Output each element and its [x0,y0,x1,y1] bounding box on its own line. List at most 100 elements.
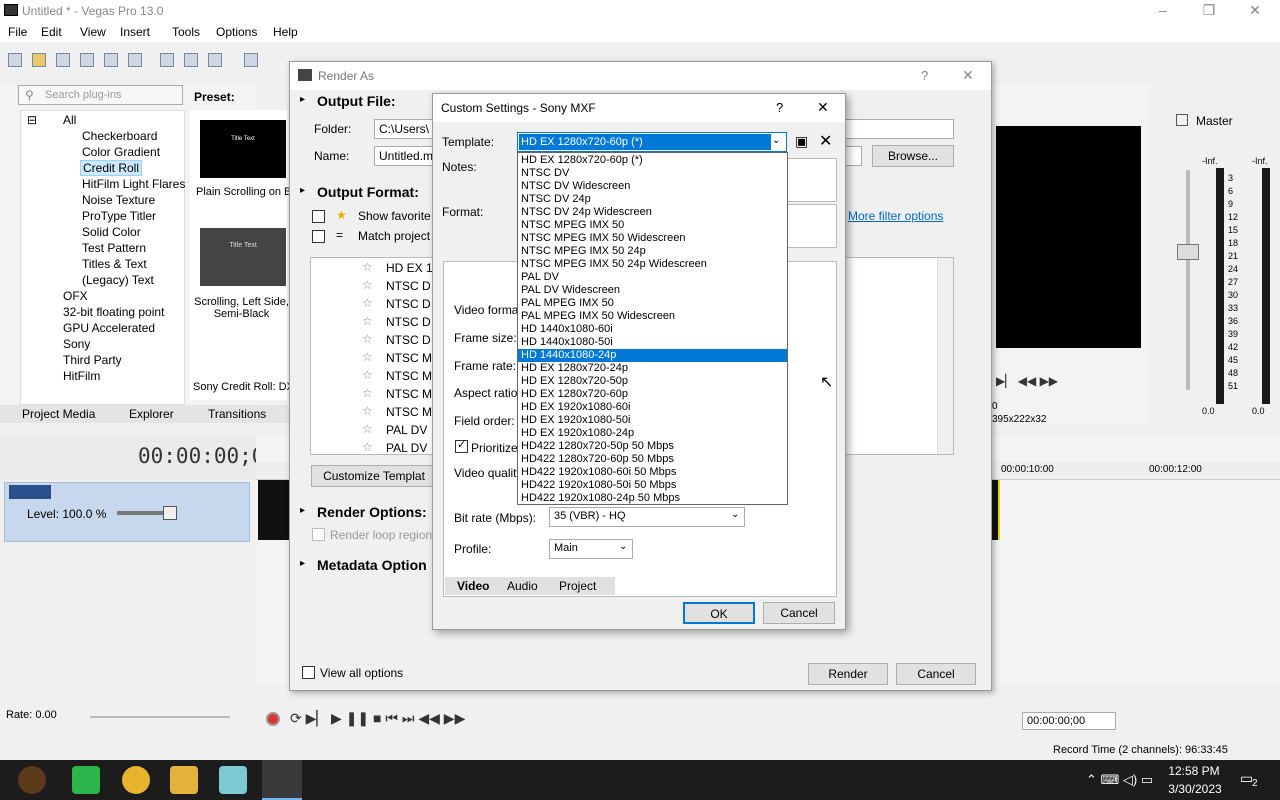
format-row[interactable]: NTSC D [386,279,431,293]
collapse-icon[interactable]: ▸ [300,505,305,516]
dropdown-option[interactable]: NTSC MPEG IMX 50 [518,219,787,232]
format-scrollbar[interactable] [937,258,953,454]
chevron-down-icon[interactable]: ⌄ [619,541,627,552]
preset-thumbnail[interactable]: Title Text [200,120,286,178]
file-explorer-icon[interactable] [170,766,198,794]
close-icon[interactable]: ✕ [817,99,829,116]
save-icon[interactable] [56,53,70,67]
dropdown-option[interactable]: HD EX 1280x720-50p [518,375,787,388]
undo-icon[interactable] [244,53,258,67]
star-icon[interactable]: ☆ [362,296,373,310]
delete-template-icon[interactable]: ✕ [819,131,832,151]
cursor-time[interactable]: 00:00:00;00 [1022,712,1116,730]
menu-view[interactable]: View [80,25,106,39]
tree-item[interactable]: 32-bit floating point [63,305,164,319]
dropdown-option[interactable]: NTSC MPEG IMX 50 Widescreen [518,232,787,245]
collapse-icon[interactable]: ▸ [300,94,305,105]
dropdown-option[interactable]: PAL MPEG IMX 50 Widescreen [518,310,787,323]
dropdown-option[interactable]: NTSC MPEG IMX 50 24p Widescreen [518,258,787,271]
tree-item[interactable]: ProType Titler [82,209,156,223]
dropdown-option[interactable]: HD EX 1920x1080-24p [518,427,787,440]
vegas-taskbar-icon[interactable] [262,760,302,800]
dropdown-option[interactable]: HD 1440x1080-60i [518,323,787,336]
video-track-header[interactable]: Level: 100.0 % [4,482,250,542]
dropdown-option[interactable]: NTSC DV 24p [518,193,787,206]
dropdown-option[interactable]: HD422 1920x1080-24p 50 Mbps [518,492,787,505]
help-icon[interactable]: ? [776,100,783,115]
copy-icon[interactable] [184,53,198,67]
minimize-icon[interactable]: – [1153,2,1173,18]
star-icon[interactable]: ☆ [362,350,373,364]
dropdown-option[interactable]: NTSC DV 24p Widescreen [518,206,787,219]
close-icon[interactable]: ✕ [962,67,974,84]
star-icon[interactable]: ☆ [362,314,373,328]
new-icon[interactable] [8,53,22,67]
star-icon[interactable]: ☆ [362,278,373,292]
tab-explorer[interactable]: Explorer [129,407,174,421]
render-button[interactable]: Render [808,663,888,685]
dropdown-option[interactable]: HD422 1920x1080-50i 50 Mbps [518,479,787,492]
bit-rate-select[interactable]: 35 (VBR) - HQ [549,507,745,527]
tree-item[interactable]: Color Gradient [82,145,160,159]
format-row[interactable]: HD EX 1 [386,261,433,275]
star-icon[interactable]: ☆ [362,332,373,346]
menu-tools[interactable]: Tools [172,25,200,39]
format-row[interactable]: PAL DV [386,441,427,455]
restore-icon[interactable]: ❐ [1199,2,1219,19]
tree-item[interactable]: Titles & Text [82,257,147,271]
star-icon[interactable]: ☆ [362,422,373,436]
record-icon[interactable] [266,712,280,726]
video-clip[interactable] [258,480,290,540]
tree-item[interactable]: HitFilm [63,369,100,383]
template-select[interactable]: HD EX 1280x720-60p (*) ⌄ [517,132,787,152]
tree-item[interactable]: HitFilm Light Flares [82,177,185,191]
tray-icons[interactable]: ⌃ ⌨ ◁) ▭ [1086,772,1153,788]
view-all-checkbox[interactable] [302,666,315,679]
help-icon[interactable]: ? [921,68,928,83]
dropdown-option[interactable]: HD422 1280x720-60p 50 Mbps [518,453,787,466]
tree-item-selected[interactable]: Credit Roll [80,160,143,176]
format-row[interactable]: NTSC M [386,351,432,365]
collapse-icon[interactable]: ▸ [300,185,305,196]
dropdown-option[interactable]: HD EX 1920x1080-50i [518,414,787,427]
browse-button[interactable]: Browse... [872,145,954,167]
chevron-down-icon[interactable]: ⌄ [731,509,739,520]
dropdown-option[interactable]: HD EX 1920x1080-60i [518,401,787,414]
more-filter-options-link[interactable]: More filter options [848,209,943,223]
collapse-icon[interactable]: ▸ [300,558,305,569]
star-icon[interactable]: ☆ [362,260,373,274]
save-template-icon[interactable]: ▣ [795,133,808,150]
dropdown-option[interactable]: HD422 1280x720-50p 50 Mbps [518,440,787,453]
format-row[interactable]: NTSC D [386,315,431,329]
save-as-icon[interactable] [80,53,94,67]
format-row[interactable]: NTSC D [386,333,431,347]
prioritize-checkbox[interactable]: ✓ [455,439,468,453]
render-loop-checkbox[interactable] [312,528,325,541]
clock-date[interactable]: 3/30/2023 [1160,782,1230,796]
dropdown-option[interactable]: NTSC MPEG IMX 50 24p [518,245,787,258]
tab-audio[interactable]: Audio [507,579,538,593]
dropdown-option[interactable]: PAL MPEG IMX 50 [518,297,787,310]
close-icon[interactable]: ✕ [1245,2,1265,19]
tree-item[interactable]: Checkerboard [82,129,157,143]
star-icon[interactable]: ☆ [362,404,373,418]
dropdown-option[interactable]: HD EX 1280x720-60p [518,388,787,401]
format-row[interactable]: NTSC M [386,405,432,419]
cancel-button[interactable]: Cancel [896,663,976,685]
tree-item[interactable]: GPU Accelerated [63,321,155,335]
dropdown-option[interactable]: NTSC DV [518,167,787,180]
star-icon[interactable]: ☆ [362,368,373,382]
tree-item[interactable]: Third Party [63,353,122,367]
app-icon[interactable] [72,766,100,794]
tree-item[interactable]: Noise Texture [82,193,155,207]
preview-controls[interactable]: ▶▏ ◀◀ ▶▶ [996,374,1058,388]
ok-button[interactable]: OK [683,602,755,624]
dropdown-option[interactable]: HD 1440x1080-50i [518,336,787,349]
tree-item[interactable]: OFX [63,289,88,303]
search-input[interactable]: Search plug-ins [18,85,183,105]
cancel-button[interactable]: Cancel [763,602,835,624]
tree-item[interactable]: (Legacy) Text [82,273,154,287]
level-slider-handle[interactable] [163,506,177,520]
show-favorites-checkbox[interactable] [312,210,325,223]
tab-project-media[interactable]: Project Media [22,407,95,421]
